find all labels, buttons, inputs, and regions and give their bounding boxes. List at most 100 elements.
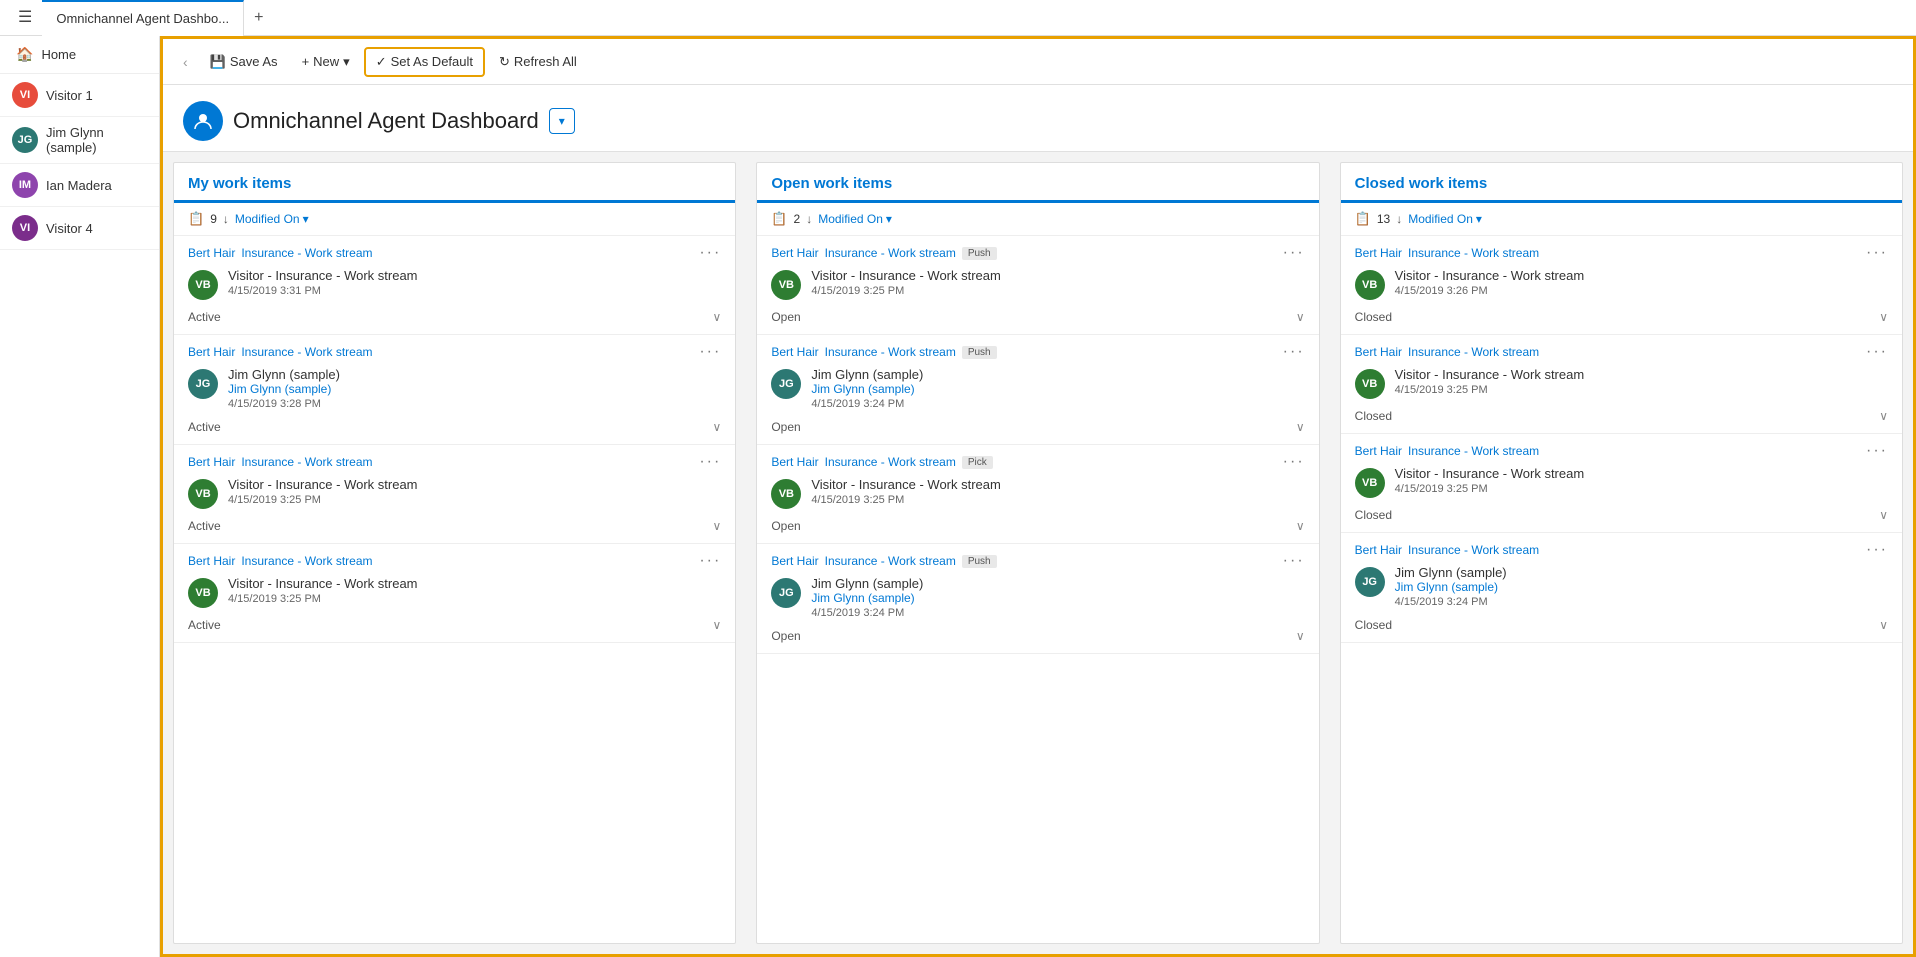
- card-chevron-icon[interactable]: ∨: [1296, 310, 1305, 324]
- sidebar-home[interactable]: 🏠 Home: [0, 36, 159, 74]
- column-header-2: Closed work items: [1341, 163, 1902, 203]
- card-agent[interactable]: Bert Hair: [771, 345, 818, 359]
- card-stream[interactable]: Insurance - Work stream: [825, 246, 956, 260]
- card-more-button[interactable]: ···: [1283, 552, 1305, 570]
- card-agent[interactable]: Bert Hair: [1355, 345, 1402, 359]
- card-header-left: Bert Hair Insurance - Work stream: [188, 246, 373, 260]
- card-chevron-icon[interactable]: ∨: [1879, 618, 1888, 632]
- card-chevron-icon[interactable]: ∨: [713, 519, 722, 533]
- card-more-button[interactable]: ···: [1866, 244, 1888, 262]
- card-date: 4/15/2019 3:31 PM: [228, 285, 721, 297]
- card-header-left: Bert Hair Insurance - Work stream Push: [771, 554, 996, 568]
- card-avatar: VB: [771, 270, 801, 300]
- active-tab[interactable]: Omnichannel Agent Dashbo...: [42, 0, 244, 36]
- back-button[interactable]: ‹: [175, 50, 196, 74]
- card-header-left: Bert Hair Insurance - Work stream: [1355, 444, 1540, 458]
- card-more-button[interactable]: ···: [1866, 541, 1888, 559]
- card-chevron-icon[interactable]: ∨: [1879, 310, 1888, 324]
- card-chevron-icon[interactable]: ∨: [1296, 519, 1305, 533]
- refresh-all-button[interactable]: ↻ Refresh All: [489, 49, 587, 75]
- card-agent[interactable]: Bert Hair: [188, 246, 235, 260]
- sort-arrow-icon-1: ↓: [806, 212, 812, 226]
- work-item-card: Bert Hair Insurance - Work stream ··· VB…: [174, 544, 735, 643]
- card-agent[interactable]: Bert Hair: [771, 455, 818, 469]
- card-name: Visitor - Insurance - Work stream: [1395, 268, 1888, 283]
- card-agent[interactable]: Bert Hair: [188, 345, 235, 359]
- card-agent[interactable]: Bert Hair: [1355, 246, 1402, 260]
- card-more-button[interactable]: ···: [699, 453, 721, 471]
- sidebar-avatar-2: IM: [12, 172, 38, 198]
- sidebar-item-0[interactable]: VI Visitor 1: [0, 74, 159, 117]
- card-chevron-icon[interactable]: ∨: [713, 618, 722, 632]
- new-button[interactable]: + New ▾: [292, 49, 360, 75]
- card-more-button[interactable]: ···: [1283, 343, 1305, 361]
- card-name-link[interactable]: Jim Glynn (sample): [811, 382, 1304, 396]
- card-more-button[interactable]: ···: [699, 552, 721, 570]
- list-icon-2: 📋: [1355, 211, 1371, 227]
- sidebar-item-2[interactable]: IM Ian Madera: [0, 164, 159, 207]
- card-agent[interactable]: Bert Hair: [1355, 543, 1402, 557]
- sort-label-1[interactable]: Modified On ▾: [818, 212, 892, 226]
- card-date: 4/15/2019 3:24 PM: [811, 398, 1304, 410]
- card-chevron-icon[interactable]: ∨: [1296, 629, 1305, 643]
- card-stream[interactable]: Insurance - Work stream: [1408, 444, 1539, 458]
- toolbar: ‹ 💾 Save As + New ▾ ✓ Set As Default ↻ R…: [163, 39, 1913, 85]
- new-chevron-icon: ▾: [343, 54, 350, 70]
- card-more-button[interactable]: ···: [1283, 244, 1305, 262]
- sort-label-2[interactable]: Modified On ▾: [1408, 212, 1482, 226]
- card-footer: Closed ∨: [1355, 306, 1888, 324]
- card-agent[interactable]: Bert Hair: [771, 554, 818, 568]
- card-date: 4/15/2019 3:25 PM: [1395, 384, 1888, 396]
- page-dropdown-button[interactable]: ▾: [549, 108, 575, 134]
- sidebar-item-1[interactable]: JG Jim Glynn (sample): [0, 117, 159, 164]
- card-body: VB Visitor - Insurance - Work stream 4/1…: [188, 268, 721, 300]
- card-stream[interactable]: Insurance - Work stream: [241, 554, 372, 568]
- count-badge-1: 2: [794, 212, 801, 226]
- card-chevron-icon[interactable]: ∨: [1296, 420, 1305, 434]
- count-badge-2: 13: [1377, 212, 1390, 226]
- card-stream[interactable]: Insurance - Work stream: [241, 455, 372, 469]
- count-badge-0: 9: [210, 212, 217, 226]
- set-as-default-button[interactable]: ✓ Set As Default: [364, 47, 485, 77]
- card-chevron-icon[interactable]: ∨: [713, 420, 722, 434]
- sidebar-item-3[interactable]: VI Visitor 4: [0, 207, 159, 250]
- card-agent[interactable]: Bert Hair: [188, 455, 235, 469]
- work-item-card: Bert Hair Insurance - Work stream Push ·…: [757, 335, 1318, 445]
- card-stream[interactable]: Insurance - Work stream: [825, 345, 956, 359]
- card-name-link[interactable]: Jim Glynn (sample): [1395, 580, 1888, 594]
- card-more-button[interactable]: ···: [1866, 343, 1888, 361]
- card-stream[interactable]: Insurance - Work stream: [1408, 543, 1539, 557]
- card-name-link[interactable]: Jim Glynn (sample): [811, 591, 1304, 605]
- card-stream[interactable]: Insurance - Work stream: [241, 345, 372, 359]
- card-agent[interactable]: Bert Hair: [1355, 444, 1402, 458]
- card-name-link[interactable]: Jim Glynn (sample): [228, 382, 721, 396]
- card-more-button[interactable]: ···: [699, 244, 721, 262]
- card-agent[interactable]: Bert Hair: [771, 246, 818, 260]
- card-stream[interactable]: Insurance - Work stream: [1408, 345, 1539, 359]
- card-agent[interactable]: Bert Hair: [188, 554, 235, 568]
- content-area: ‹ 💾 Save As + New ▾ ✓ Set As Default ↻ R…: [160, 36, 1916, 957]
- tab-add-button[interactable]: +: [244, 0, 273, 36]
- card-name: Jim Glynn (sample): [1395, 565, 1888, 580]
- card-avatar: VB: [1355, 270, 1385, 300]
- card-stream[interactable]: Insurance - Work stream: [1408, 246, 1539, 260]
- card-chevron-icon[interactable]: ∨: [713, 310, 722, 324]
- check-icon: ✓: [376, 54, 387, 70]
- sort-label-0[interactable]: Modified On ▾: [235, 212, 309, 226]
- hamburger-icon[interactable]: ☰: [8, 0, 42, 36]
- cards-list-2: Bert Hair Insurance - Work stream ··· VB…: [1341, 236, 1902, 943]
- card-more-button[interactable]: ···: [699, 343, 721, 361]
- card-more-button[interactable]: ···: [1283, 453, 1305, 471]
- card-avatar: JG: [771, 369, 801, 399]
- sidebar: 🏠 Home VI Visitor 1 JG Jim Glynn (sample…: [0, 36, 160, 957]
- save-as-button[interactable]: 💾 Save As: [200, 49, 288, 75]
- card-footer: Open ∨: [771, 515, 1304, 533]
- card-chevron-icon[interactable]: ∨: [1879, 508, 1888, 522]
- card-chevron-icon[interactable]: ∨: [1879, 409, 1888, 423]
- card-more-button[interactable]: ···: [1866, 442, 1888, 460]
- card-stream[interactable]: Insurance - Work stream: [825, 455, 956, 469]
- card-info: Visitor - Insurance - Work stream 4/15/2…: [1395, 466, 1888, 495]
- card-stream[interactable]: Insurance - Work stream: [825, 554, 956, 568]
- card-stream[interactable]: Insurance - Work stream: [241, 246, 372, 260]
- card-footer: Active ∨: [188, 306, 721, 324]
